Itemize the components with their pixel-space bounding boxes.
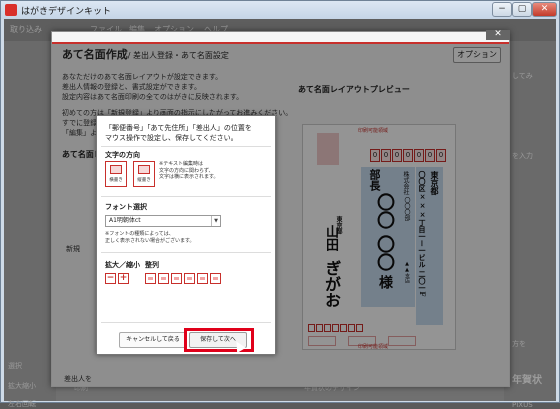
window-title: はがきデザインキット: [21, 7, 112, 17]
layout-edit-dialog: 「郵便番号」「あて先住所」「差出人」の位置を マウス操作で設定し、保存してくださ…: [96, 115, 276, 355]
direction-note-line: 文字は横に表示されます。: [159, 174, 219, 180]
toolbar-item-import[interactable]: 取り込み: [10, 24, 42, 35]
dialog-close-button[interactable]: ✕: [486, 30, 510, 40]
align-middle-button[interactable]: [197, 273, 208, 284]
divider: [101, 196, 271, 197]
align-label: 整列: [145, 261, 159, 269]
vertical-label: 縦書き: [137, 178, 151, 183]
zoom-out-button[interactable]: −: [105, 273, 116, 284]
align-center-button[interactable]: [158, 273, 169, 284]
right-text-5: PIXUS: [512, 401, 533, 409]
text-direction-label: 文字の方向: [105, 151, 140, 159]
align-right-button[interactable]: [171, 273, 182, 284]
maximize-button[interactable]: ▢: [512, 2, 532, 17]
minimize-button[interactable]: −: [492, 2, 512, 17]
font-select[interactable]: A1明朝体ct ▼: [105, 215, 221, 227]
instruction-line-1: 「郵便番号」「あて先住所」「差出人」の位置を: [105, 124, 252, 132]
divider: [101, 146, 271, 147]
vertical-icon: [138, 165, 150, 174]
font-note-line: 正しく表示されない場合がございます。: [105, 237, 195, 244]
direction-note: ※テキスト編集時は 文字の方向に関わらず、 文字は横に表示されます。: [159, 161, 219, 181]
vertical-button[interactable]: 縦書き: [133, 161, 155, 187]
right-text-1: してみ: [512, 72, 533, 80]
app-window: はがきデザインキット − ▢ ✕ 取り込み ファイル 編集 オプション ヘルプ …: [0, 0, 560, 409]
title-bar: はがきデザインキット − ▢ ✕: [1, 1, 559, 19]
zoom-in-button[interactable]: +: [118, 273, 129, 284]
rotate-tool[interactable]: 左右回転: [8, 399, 36, 409]
font-label: フォント選択: [105, 203, 147, 211]
horizontal-icon: [110, 165, 122, 174]
align-bottom-button[interactable]: [210, 273, 221, 284]
horizontal-label: 横書き: [109, 178, 123, 183]
right-panel: してみ を入力 方を 年賀状 PIXUS: [504, 41, 556, 409]
zoom-tool[interactable]: 拡大縮小: [8, 381, 36, 391]
horizontal-button[interactable]: 横書き: [105, 161, 127, 187]
right-text-3: 方を: [512, 340, 526, 348]
align-top-button[interactable]: [184, 273, 195, 284]
font-value: A1明朝体ct: [109, 217, 141, 224]
dropdown-arrow-icon: ▼: [211, 216, 220, 226]
instruction-line-2: マウス操作で設定し、保存してください。: [105, 134, 238, 142]
font-note: ※フォントの種類によっては、 正しく表示されない場合がございます。: [105, 231, 195, 244]
divider: [101, 322, 271, 323]
right-text-2: を入力: [512, 152, 533, 160]
instruction-text: 「郵便番号」「あて先住所」「差出人」の位置を マウス操作で設定し、保存してくださ…: [105, 123, 252, 143]
left-panel: 選択 拡大縮小 左右回転: [4, 41, 56, 408]
cancel-button[interactable]: キャンセルして戻る: [119, 332, 187, 348]
divider: [101, 252, 271, 253]
app-icon: [5, 4, 17, 16]
close-button[interactable]: ✕: [532, 2, 557, 17]
right-text-4: 年賀状: [512, 375, 542, 386]
zoom-label: 拡大／縮小: [105, 261, 140, 269]
select-tool[interactable]: 選択: [8, 361, 22, 371]
align-left-button[interactable]: [145, 273, 156, 284]
